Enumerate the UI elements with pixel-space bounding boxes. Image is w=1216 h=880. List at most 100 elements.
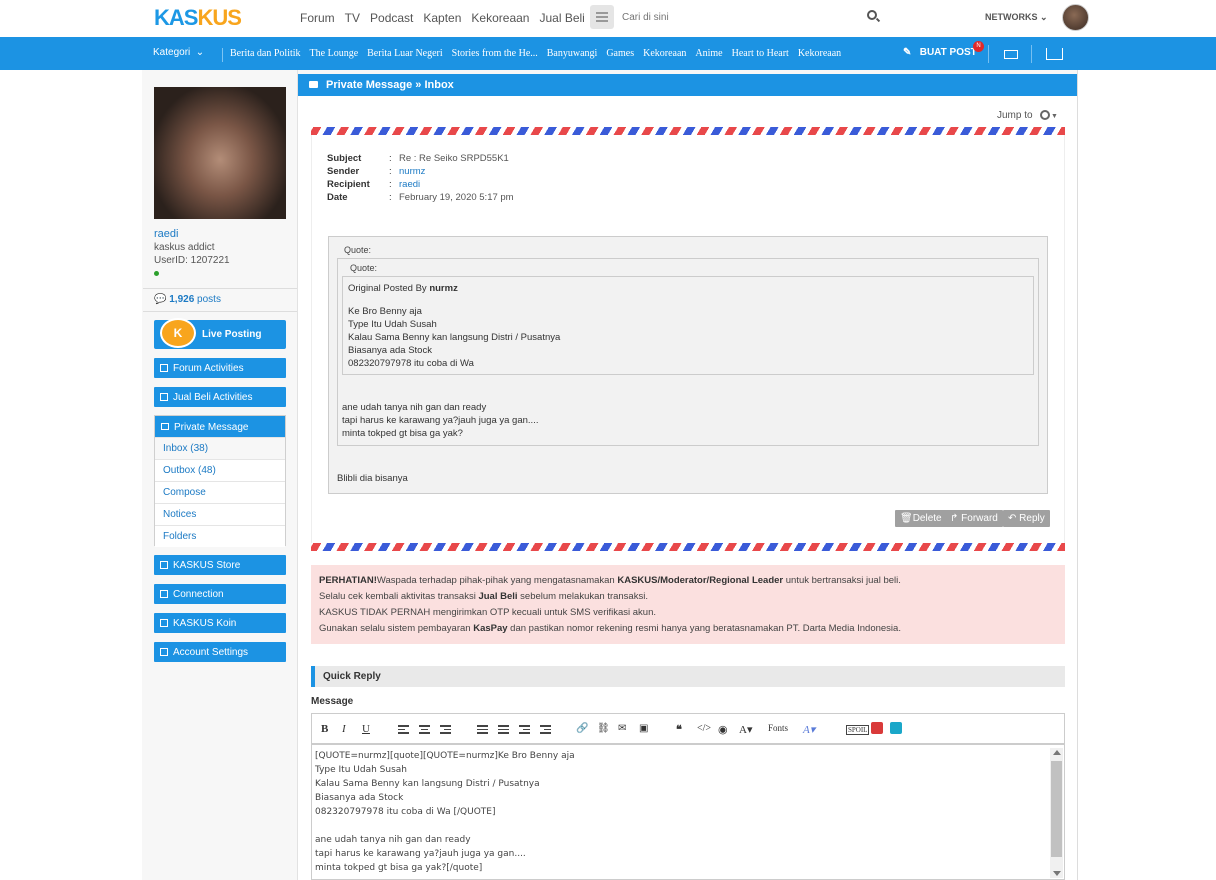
indent-icon[interactable]	[540, 725, 551, 734]
quote-icon[interactable]: ❝	[676, 723, 682, 736]
nav-tv[interactable]: TV	[345, 11, 360, 25]
category-item[interactable]: Anime	[695, 48, 722, 62]
buat-post-button[interactable]: ✎ BUAT POST	[903, 47, 977, 58]
forward-button[interactable]: ↱ Forward	[945, 510, 1003, 527]
message-textarea[interactable]: [QUOTE=nurmz][quote][QUOTE=nurmz]Ke Bro …	[311, 744, 1065, 880]
code-icon[interactable]: </>	[697, 723, 711, 734]
category-item[interactable]: Berita dan Politik	[230, 48, 301, 62]
gear-icon[interactable]	[1040, 110, 1050, 120]
scroll-up-icon[interactable]	[1053, 750, 1061, 755]
page-title: Private Message » Inbox	[298, 74, 1077, 96]
warning-line: PERHATIAN!Waspada terhadap pihak-pihak y…	[319, 575, 901, 586]
email-icon[interactable]: ✉	[618, 723, 626, 734]
divider	[1031, 45, 1032, 63]
bullet-list-icon[interactable]	[477, 725, 488, 734]
pm-folders-link[interactable]: Folders	[155, 525, 285, 547]
account-settings-button[interactable]: Account Settings	[154, 642, 286, 662]
cart-icon[interactable]	[1046, 48, 1063, 60]
forum-activities-button[interactable]: Forum Activities	[154, 358, 286, 378]
divider	[988, 45, 989, 63]
hamburger-menu-icon[interactable]	[590, 5, 614, 29]
pm-inbox-link[interactable]: Inbox (38)	[155, 437, 285, 459]
underline-icon[interactable]: U	[362, 723, 370, 735]
coin-icon	[160, 619, 168, 627]
category-item[interactable]: The Lounge	[310, 48, 359, 62]
recipient-link[interactable]: raedi	[399, 179, 420, 190]
outdent-icon[interactable]	[519, 725, 530, 734]
quote-line: Ke Bro Benny aja	[348, 306, 422, 317]
bold-icon[interactable]: B	[321, 723, 328, 735]
pm-notices-link[interactable]: Notices	[155, 503, 285, 525]
fonts-dropdown[interactable]: Fonts	[768, 723, 788, 733]
message-icon	[309, 81, 318, 88]
category-item[interactable]: Berita Luar Negeri	[367, 48, 443, 62]
reply-button[interactable]: ↶ Reply	[1003, 510, 1050, 527]
airmail-border-top	[311, 127, 1065, 135]
profile-picture[interactable]	[154, 87, 286, 219]
spoiler-icon[interactable]: ◉	[718, 723, 728, 736]
category-item[interactable]: Kekoreaan	[798, 48, 841, 62]
kaskus-koin-button[interactable]: KASKUS Koin	[154, 613, 286, 633]
font-size-icon[interactable]: A▾	[739, 723, 752, 736]
nav-forum[interactable]: Forum	[300, 11, 335, 25]
nav-kapten[interactable]: Kapten	[423, 11, 461, 25]
top-nav: Forum TV Podcast Kapten Kekoreaan Jual B…	[300, 11, 595, 25]
delete-button[interactable]: 🗑Delete	[895, 510, 947, 527]
category-item[interactable]: Games	[606, 48, 634, 62]
warning-box: PERHATIAN!Waspada terhadap pihak-pihak y…	[311, 565, 1065, 644]
online-status-dot	[154, 271, 159, 276]
quote-label: Quote:	[350, 263, 378, 273]
username-link[interactable]: raedi	[154, 228, 178, 240]
spoil-icon[interactable]: SPOIL	[846, 725, 870, 735]
nav-jual-beli[interactable]: Jual Beli	[539, 11, 584, 25]
sender-link[interactable]: nurmz	[399, 166, 425, 177]
message-label: Message	[311, 696, 354, 707]
pm-outbox-link[interactable]: Outbox (48)	[155, 459, 285, 481]
search-input[interactable]	[618, 6, 886, 28]
live-posting-icon: K	[160, 318, 196, 348]
category-list: Berita dan Politik The Lounge Berita Lua…	[222, 48, 850, 62]
kaskus-store-button[interactable]: KASKUS Store	[154, 555, 286, 575]
private-message-panel: Private Message Inbox (38) Outbox (48) C…	[154, 415, 286, 547]
quote-line: Biasanya ada Stock	[348, 345, 432, 356]
connection-button[interactable]: Connection	[154, 584, 286, 604]
vimeo-icon[interactable]	[890, 722, 902, 734]
wrench-icon	[160, 648, 168, 656]
image-icon[interactable]: ▣	[639, 723, 648, 734]
jump-to-label: Jump to	[997, 110, 1033, 121]
link-icon[interactable]: 🔗	[576, 723, 588, 734]
kaskus-logo[interactable]: KASKUS	[154, 5, 242, 31]
category-item[interactable]: Heart to Heart	[732, 48, 789, 62]
align-right-icon[interactable]	[440, 725, 451, 734]
quote-line: tapi harus ke karawang ya?jauh juga ya g…	[342, 415, 539, 426]
nav-podcast[interactable]: Podcast	[370, 11, 413, 25]
category-item[interactable]: Banyuwangi	[547, 48, 598, 62]
chevron-down-icon[interactable]: ▼	[1051, 113, 1058, 120]
search-icon[interactable]	[867, 10, 877, 20]
scroll-thumb[interactable]	[1051, 761, 1062, 857]
category-item[interactable]: Stories from the He...	[452, 48, 538, 62]
pm-compose-link[interactable]: Compose	[155, 481, 285, 503]
nav-kekoreaan[interactable]: Kekoreaan	[471, 11, 529, 25]
networks-dropdown[interactable]: NETWORKS ⌄	[985, 12, 1048, 23]
align-center-icon[interactable]	[419, 725, 430, 734]
posts-count[interactable]: 💬 1,926 posts	[154, 294, 221, 305]
numbered-list-icon[interactable]	[498, 725, 509, 734]
unlink-icon[interactable]: ⛓	[597, 723, 610, 734]
user-id: UserID: 1207221	[154, 255, 230, 266]
editor-scrollbar[interactable]	[1050, 748, 1063, 878]
youtube-icon[interactable]	[871, 722, 883, 734]
scroll-down-icon[interactable]	[1053, 871, 1061, 876]
warning-line: Selalu cek kembali aktivitas transaksi J…	[319, 591, 648, 602]
kategori-dropdown[interactable]: Kategori ⌄	[153, 47, 204, 58]
user-avatar[interactable]	[1062, 4, 1089, 31]
font-color-icon[interactable]: A▾	[803, 723, 815, 736]
cart-icon	[160, 393, 168, 401]
private-message-header[interactable]: Private Message	[155, 416, 285, 437]
italic-icon[interactable]: I	[342, 723, 346, 735]
align-left-icon[interactable]	[398, 725, 409, 734]
quote-label: Quote:	[344, 245, 372, 255]
mail-icon[interactable]	[1004, 50, 1018, 59]
jual-beli-activities-button[interactable]: Jual Beli Activities	[154, 387, 286, 407]
category-item[interactable]: Kekoreaan	[643, 48, 686, 62]
